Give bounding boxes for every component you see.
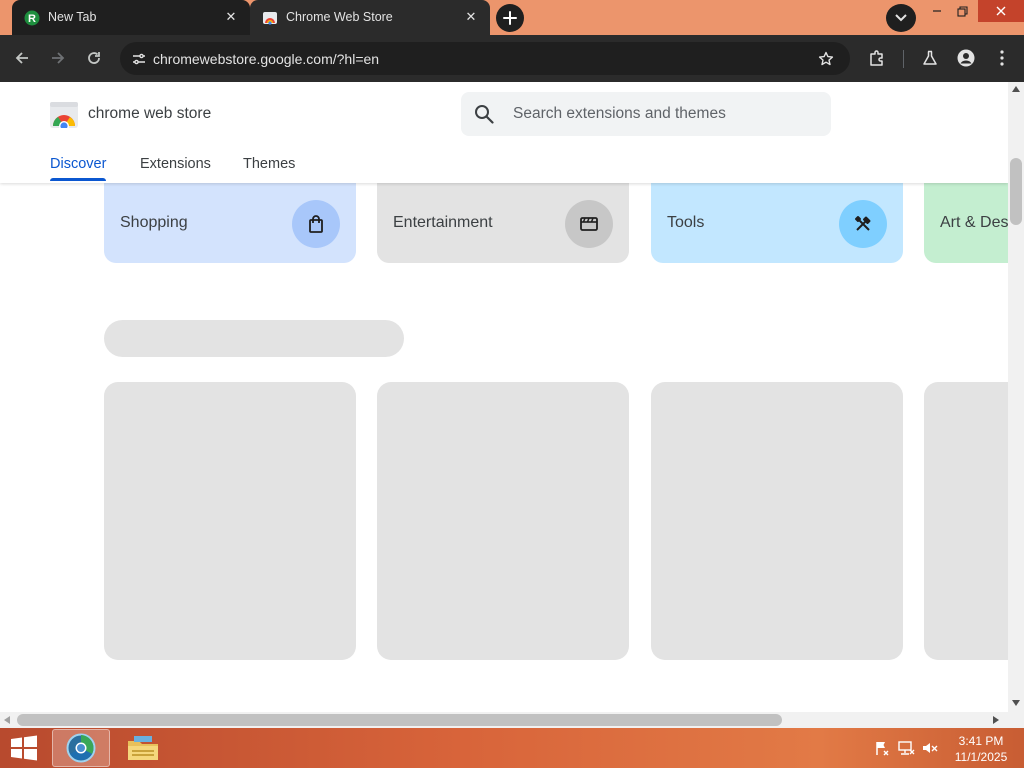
restore-button[interactable]: [951, 0, 973, 22]
browser-toolbar: chromewebstore.google.com/?hl=en: [0, 35, 1024, 82]
category-label: Entertainment: [393, 214, 493, 231]
category-card-art-design[interactable]: Art & Design: [924, 183, 1008, 263]
folder-icon: [128, 736, 158, 760]
scroll-up-arrow-icon[interactable]: [1012, 86, 1020, 92]
restore-icon: [956, 5, 968, 17]
loading-card-placeholder: [377, 382, 629, 660]
tools-icon: [839, 200, 887, 248]
search-icon[interactable]: [473, 103, 495, 125]
loading-title-placeholder: [104, 320, 404, 357]
minimize-button[interactable]: [926, 0, 948, 22]
clapperboard-icon: [565, 200, 613, 248]
back-arrow-icon: [15, 52, 28, 64]
toolbar-divider: [903, 50, 904, 68]
profile-button[interactable]: [954, 46, 978, 70]
browser-app-icon: [66, 733, 96, 763]
back-button[interactable]: [10, 46, 34, 70]
category-label: Shopping: [120, 214, 188, 231]
windows-start-icon[interactable]: [8, 734, 40, 762]
loading-card-placeholder: [104, 382, 356, 660]
vertical-scroll-thumb[interactable]: [1010, 158, 1022, 225]
labs-button[interactable]: [918, 46, 942, 70]
close-tab-icon[interactable]: ✕: [462, 8, 480, 26]
scroll-down-arrow-icon[interactable]: [1012, 700, 1020, 706]
flask-icon: [923, 50, 937, 65]
category-card-tools[interactable]: Tools: [651, 183, 903, 263]
taskbar-clock[interactable]: 3:41 PM 11/1/2025: [946, 733, 1016, 765]
tab-title: New Tab: [48, 10, 97, 24]
category-label: Art & Design: [940, 214, 1008, 231]
chevron-down-icon: [895, 14, 907, 22]
search-box[interactable]: [461, 92, 831, 136]
new-tab-favicon-icon: R: [24, 10, 40, 26]
loading-card-placeholder: [651, 382, 903, 660]
search-input[interactable]: [513, 92, 813, 136]
scroll-right-arrow-icon[interactable]: [993, 716, 999, 724]
forward-arrow-icon: [52, 52, 65, 64]
clock-date: 11/1/2025: [954, 750, 1008, 764]
network-icon[interactable]: [897, 740, 915, 756]
chrome-web-store-logo-icon[interactable]: [50, 102, 78, 128]
volume-muted-icon[interactable]: [921, 740, 939, 756]
category-label: Tools: [667, 214, 705, 231]
svg-text:R: R: [28, 13, 36, 25]
horizontal-scrollbar[interactable]: [0, 712, 1024, 728]
category-card-entertainment[interactable]: Entertainment: [377, 183, 629, 263]
clock-time: 3:41 PM: [958, 734, 1004, 748]
extensions-button[interactable]: [865, 46, 889, 70]
store-header: chrome web store Discover Extensions The…: [0, 82, 1008, 183]
tab-chrome-web-store[interactable]: Chrome Web Store ✕: [250, 0, 490, 35]
new-tab-button[interactable]: [496, 4, 524, 32]
store-name[interactable]: chrome web store: [88, 105, 211, 123]
tab-discover[interactable]: Discover: [50, 156, 106, 172]
menu-button[interactable]: [990, 46, 1014, 70]
horizontal-scroll-thumb[interactable]: [17, 714, 782, 726]
url-text[interactable]: chromewebstore.google.com/?hl=en: [153, 51, 379, 67]
tab-title: Chrome Web Store: [286, 10, 393, 24]
tab-extensions[interactable]: Extensions: [140, 156, 211, 172]
address-bar[interactable]: chromewebstore.google.com/?hl=en: [120, 42, 850, 75]
active-tab-indicator: [50, 178, 106, 181]
bookmark-star-icon[interactable]: [816, 49, 836, 69]
taskbar-file-explorer-app[interactable]: [114, 729, 172, 767]
close-tab-icon[interactable]: ✕: [222, 8, 240, 26]
profile-icon: [957, 49, 975, 67]
tab-strip: R New Tab ✕ Chrome Web Store ✕: [0, 0, 1024, 35]
action-center-flag-icon[interactable]: [873, 740, 891, 756]
site-info-icon[interactable]: [128, 48, 150, 70]
reload-button[interactable]: [82, 46, 106, 70]
reload-icon: [88, 52, 100, 64]
chrome-web-store-favicon-icon: [263, 12, 277, 25]
more-vertical-icon: [1000, 50, 1004, 66]
close-icon: [996, 6, 1006, 16]
puzzle-icon: [870, 50, 883, 66]
vertical-scrollbar[interactable]: [1008, 82, 1024, 712]
close-window-button[interactable]: [978, 0, 1024, 22]
minimize-icon: [933, 10, 941, 12]
taskbar-chrome-app[interactable]: [52, 729, 110, 767]
tab-new-tab[interactable]: R New Tab ✕: [12, 0, 250, 35]
loading-card-placeholder: [924, 382, 1008, 660]
plus-icon: [503, 11, 517, 25]
windows-taskbar: 3:41 PM 11/1/2025: [0, 728, 1024, 768]
tab-themes[interactable]: Themes: [243, 156, 295, 172]
scroll-left-arrow-icon[interactable]: [4, 716, 10, 724]
tab-search-button[interactable]: [886, 4, 916, 32]
category-card-shopping[interactable]: Shopping: [104, 183, 356, 263]
shopping-bag-icon: [292, 200, 340, 248]
forward-button[interactable]: [46, 46, 70, 70]
page-viewport: chrome web store Discover Extensions The…: [0, 82, 1008, 712]
